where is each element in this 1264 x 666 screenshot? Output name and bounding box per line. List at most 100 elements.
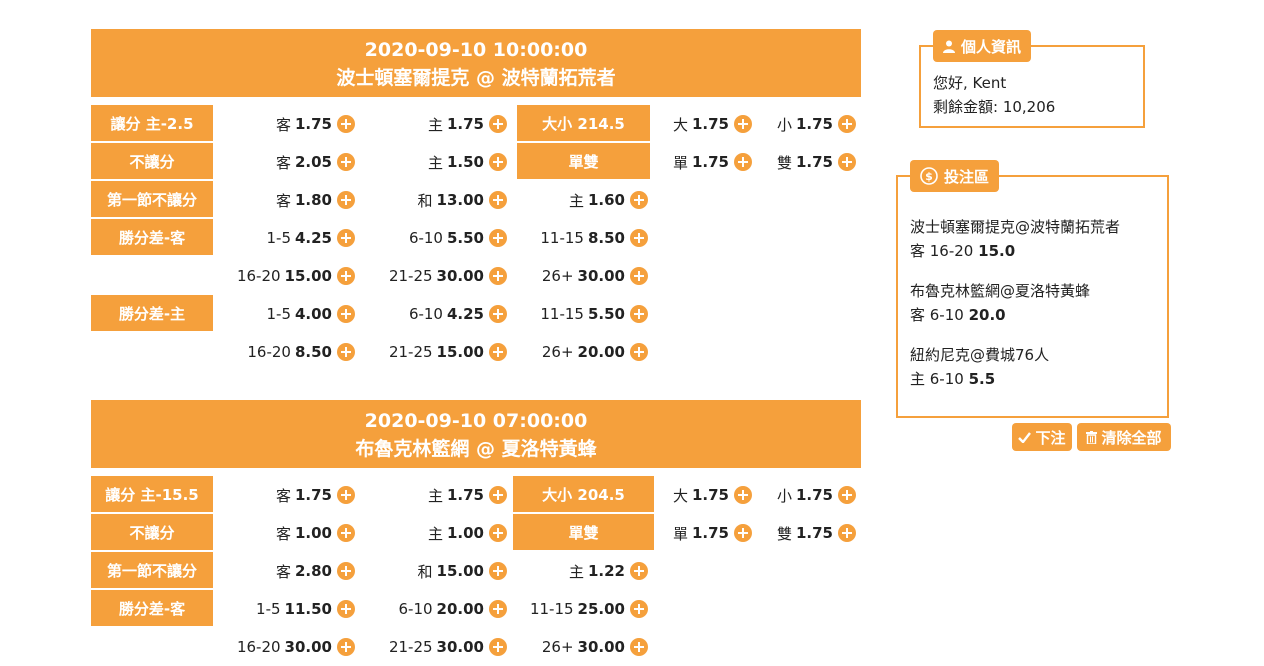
odds-cell[interactable]: 主 1.75 xyxy=(367,476,507,514)
place-bet-button[interactable]: 下注 xyxy=(1012,423,1072,451)
clear-all-button[interactable]: 清除全部 xyxy=(1077,423,1171,451)
plus-circle-icon[interactable] xyxy=(337,305,355,323)
plus-circle-icon[interactable] xyxy=(337,115,355,133)
odds-option: 6-10 xyxy=(398,600,433,618)
plus-circle-icon[interactable] xyxy=(337,191,355,209)
odds-cell[interactable]: 1-5 11.50 xyxy=(215,590,355,628)
odds-cell[interactable]: 6-10 5.50 xyxy=(367,219,507,257)
bet-row: 讓分 主-15.5 客 1.75 主 1.75 大小 204.5 大 1.75 小 1.75 xyxy=(91,476,861,514)
plus-circle-icon[interactable] xyxy=(489,229,507,247)
odds-cell[interactable]: 16-20 30.00 xyxy=(215,628,355,666)
odds-cell[interactable]: 小 1.75 xyxy=(716,476,856,514)
plus-circle-icon[interactable] xyxy=(489,562,507,580)
plus-circle-icon[interactable] xyxy=(489,115,507,133)
greeting-text: 您好, Kent xyxy=(933,74,1007,92)
odds-cell[interactable]: 客 2.80 xyxy=(215,552,355,590)
plus-circle-icon[interactable] xyxy=(630,562,648,580)
odds-value: 15.00 xyxy=(436,562,484,580)
odds-cell[interactable]: 1-5 4.25 xyxy=(215,219,355,257)
bet-type-label: 不讓分 xyxy=(91,514,213,550)
plus-circle-icon[interactable] xyxy=(630,229,648,247)
plus-circle-icon[interactable] xyxy=(337,638,355,656)
odds-cell[interactable]: 11-15 8.50 xyxy=(508,219,648,257)
odds-option: 26+ xyxy=(541,638,574,656)
odds-cell[interactable]: 6-10 20.00 xyxy=(367,590,507,628)
plus-circle-icon[interactable] xyxy=(630,305,648,323)
bet-row: 不讓分客 1.00 主 1.00 單雙單 1.75 雙 1.75 xyxy=(91,514,861,552)
odds-cell[interactable]: 小 1.75 xyxy=(716,105,856,143)
odds-cell[interactable]: 和 13.00 xyxy=(367,181,507,219)
plus-circle-icon[interactable] xyxy=(489,191,507,209)
bet-slip-match: 紐約尼克@費城76人 xyxy=(910,346,1050,364)
plus-circle-icon[interactable] xyxy=(489,343,507,361)
plus-circle-icon[interactable] xyxy=(337,343,355,361)
odds-cell[interactable]: 11-15 5.50 xyxy=(508,295,648,333)
plus-circle-icon[interactable] xyxy=(489,600,507,618)
odds-cell[interactable]: 雙 1.75 xyxy=(716,514,856,552)
plus-circle-icon[interactable] xyxy=(337,486,355,504)
odds-cell[interactable]: 客 1.80 xyxy=(215,181,355,219)
check-icon xyxy=(1018,431,1032,443)
plus-circle-icon[interactable] xyxy=(630,191,648,209)
odds-cell[interactable]: 主 1.75 xyxy=(367,105,507,143)
plus-circle-icon[interactable] xyxy=(337,524,355,542)
odds-value: 30.00 xyxy=(284,638,332,656)
bet-type-label: 第一節不讓分 xyxy=(91,552,213,588)
odds-cell[interactable]: 16-20 8.50 xyxy=(215,333,355,371)
odds-option: 主 xyxy=(427,524,443,543)
odds-cell[interactable]: 主 1.22 xyxy=(508,552,648,590)
plus-circle-icon[interactable] xyxy=(838,153,856,171)
odds-cell[interactable]: 1-5 4.00 xyxy=(215,295,355,333)
odds-value: 30.00 xyxy=(577,638,625,656)
clear-all-label: 清除全部 xyxy=(1101,428,1162,447)
plus-circle-icon[interactable] xyxy=(489,267,507,285)
odds-cell[interactable]: 26+ 20.00 xyxy=(508,333,648,371)
plus-circle-icon[interactable] xyxy=(337,229,355,247)
odds-cell[interactable]: 6-10 4.25 xyxy=(367,295,507,333)
odds-cell[interactable]: 11-15 25.00 xyxy=(508,590,648,628)
odds-option: 6-10 xyxy=(408,229,443,247)
odds-cell[interactable]: 21-25 30.00 xyxy=(367,628,507,666)
plus-circle-icon[interactable] xyxy=(630,600,648,618)
plus-circle-icon[interactable] xyxy=(337,562,355,580)
user-info-panel: 個人資訊 您好, Kent 剩餘金額: 10,206 xyxy=(919,30,1145,128)
plus-circle-icon[interactable] xyxy=(337,267,355,285)
odds-cell[interactable]: 雙 1.75 xyxy=(716,143,856,181)
plus-circle-icon[interactable] xyxy=(630,343,648,361)
odds-cell[interactable]: 主 1.00 xyxy=(367,514,507,552)
plus-circle-icon[interactable] xyxy=(838,115,856,133)
plus-circle-icon[interactable] xyxy=(838,524,856,542)
plus-circle-icon[interactable] xyxy=(337,600,355,618)
odds-cell[interactable]: 主 1.50 xyxy=(367,143,507,181)
odds-cell[interactable]: 26+ 30.00 xyxy=(508,257,648,295)
odds-value: 4.25 xyxy=(294,229,332,247)
odds-cell[interactable]: 客 1.75 xyxy=(215,105,355,143)
plus-circle-icon[interactable] xyxy=(489,153,507,171)
bet-row: 16-20 30.00 21-25 30.00 26+ 30.00 xyxy=(91,628,861,666)
odds-cell[interactable]: 客 2.05 xyxy=(215,143,355,181)
odds-option: 21-25 xyxy=(388,267,433,285)
odds-value: 30.00 xyxy=(577,267,625,285)
plus-circle-icon[interactable] xyxy=(489,638,507,656)
plus-circle-icon[interactable] xyxy=(838,486,856,504)
balance-text: 剩餘金額: 10,206 xyxy=(933,95,1143,119)
odds-cell[interactable]: 21-25 30.00 xyxy=(367,257,507,295)
odds-value: 20.00 xyxy=(436,600,484,618)
plus-circle-icon[interactable] xyxy=(337,153,355,171)
odds-cell[interactable]: 和 15.00 xyxy=(367,552,507,590)
odds-value: 1.50 xyxy=(446,153,484,171)
plus-circle-icon[interactable] xyxy=(630,267,648,285)
odds-value: 13.00 xyxy=(436,191,484,209)
odds-cell[interactable]: 26+ 30.00 xyxy=(508,628,648,666)
bet-slip-pick: 主 6-10 xyxy=(910,370,964,388)
odds-cell[interactable]: 21-25 15.00 xyxy=(367,333,507,371)
odds-cell[interactable]: 客 1.75 xyxy=(215,476,355,514)
game-time: 2020-09-10 07:00:00 xyxy=(364,410,588,432)
plus-circle-icon[interactable] xyxy=(489,305,507,323)
plus-circle-icon[interactable] xyxy=(630,638,648,656)
odds-cell[interactable]: 主 1.60 xyxy=(508,181,648,219)
odds-cell[interactable]: 客 1.00 xyxy=(215,514,355,552)
odds-cell[interactable]: 16-20 15.00 xyxy=(215,257,355,295)
plus-circle-icon[interactable] xyxy=(489,524,507,542)
plus-circle-icon[interactable] xyxy=(489,486,507,504)
